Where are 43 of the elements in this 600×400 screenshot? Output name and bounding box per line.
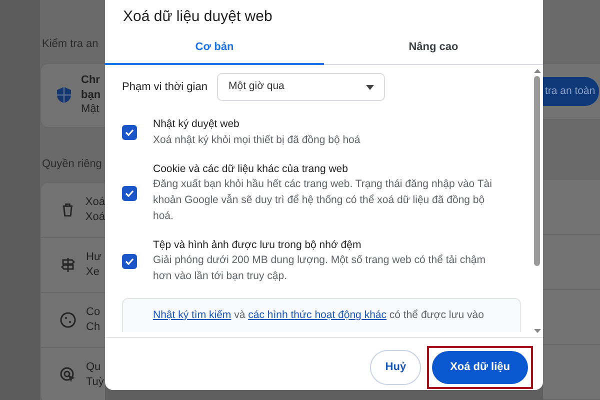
option-description: Đăng xuất bạn khỏi hầu hết các trang web. Trạng thái đăng nhập vào Tài khoản Google vẫn sẽ duy trì để hệ thống có thể xoá dữ liệu đã đồng bộ hoá. — [153, 177, 493, 224]
clear-data-button[interactable]: Xoá dữ liệu — [432, 351, 528, 384]
section-heading: Quyền riêng — [42, 156, 103, 172]
cookie-icon — [59, 311, 77, 329]
tab[interactable]: Nâng cao — [324, 38, 543, 65]
checkbox[interactable] — [122, 254, 137, 269]
notice-link[interactable]: Nhật ký tìm kiếm — [153, 308, 232, 321]
checkbox[interactable] — [122, 186, 137, 200]
time-range-select[interactable]: Một giờ qua — [217, 73, 386, 101]
dialog-title: Xoá dữ liệu duyệt web — [122, 7, 274, 27]
row-subtitle: Xoá — [85, 210, 105, 225]
option-description: Giải phóng dưới 200 MB dung lượng. Một số trang web có thể tải chậm hơn vào lần tới bạn truy cập. — [153, 253, 487, 284]
checkbox[interactable] — [122, 125, 137, 140]
notice-text: Nhật ký tìm kiếm và các hình thức hoạt động khác có thể được lưu vào — [153, 308, 484, 321]
row-title: Co — [86, 304, 100, 320]
scroll-down-icon — [534, 329, 540, 333]
option-title: Tệp và hình ảnh được lưu trong bộ nhớ đệm — [153, 238, 362, 252]
section-heading: Kiểm tra an — [42, 37, 100, 52]
card-title: Chr — [81, 72, 101, 88]
card-title: bạn — [81, 88, 101, 102]
signpost-icon — [59, 256, 77, 274]
option-title: Cookie và các dữ liệu khác của trang web — [153, 162, 348, 176]
target-cursor-icon — [59, 366, 77, 384]
row-subtitle: Ch — [86, 320, 100, 335]
caret-icon — [366, 84, 374, 90]
option-description: Xoá nhật ký khỏi mọi thiết bị đã đồng bộ hoá — [153, 132, 360, 148]
cancel-button[interactable]: Huỷ — [370, 350, 422, 384]
time-range-label: Phạm vi thời gian — [122, 80, 208, 95]
tab[interactable]: Cơ bản — [105, 38, 324, 65]
row-title: Qu — [86, 360, 102, 375]
scroll-up-icon — [534, 69, 540, 73]
safety-check-button[interactable]: tra an toàn — [543, 76, 600, 106]
check-icon — [125, 190, 134, 196]
check-icon — [125, 258, 134, 265]
row-title: Xoá — [85, 194, 105, 210]
card-subtitle: Mật — [81, 102, 100, 118]
row-subtitle: Xe — [86, 265, 100, 280]
option-title: Nhật ký duyệt web — [153, 117, 240, 132]
notice-link[interactable]: các hình thức hoạt động khác — [248, 308, 386, 321]
row-title: Hư — [86, 250, 102, 265]
shield-icon — [55, 86, 73, 104]
check-icon — [125, 129, 134, 136]
row-subtitle: Tuỳ — [86, 375, 104, 390]
